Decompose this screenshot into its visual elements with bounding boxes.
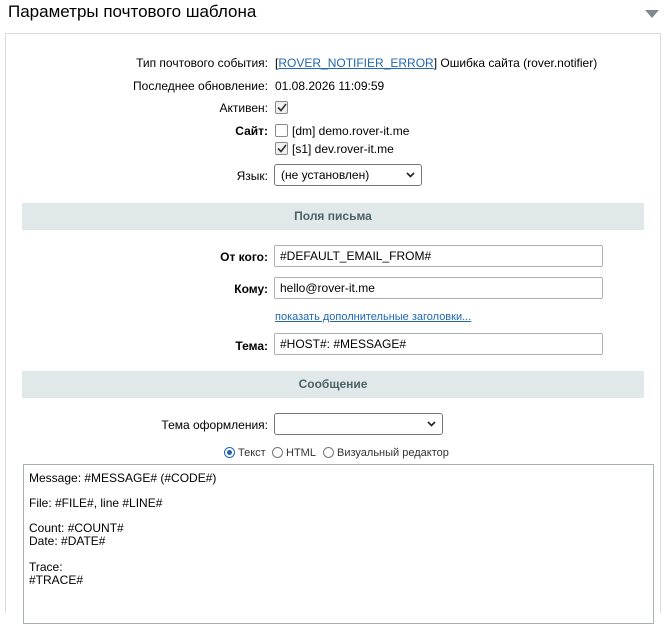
site-option-dm-label: [dm] demo.rover-it.me: [292, 124, 410, 138]
check-icon: [277, 103, 287, 112]
to-label: Кому:: [234, 282, 268, 296]
show-more-headers-link[interactable]: показать дополнительные заголовки...: [275, 311, 471, 323]
subject-label: Тема:: [235, 339, 268, 353]
mode-radio-html[interactable]: [272, 447, 283, 458]
site-checkbox-s1[interactable]: [275, 142, 288, 155]
message-body-line: Count: #COUNT#: [29, 521, 124, 535]
page-title: Параметры почтового шаблона: [8, 2, 257, 21]
mode-radio-visual-editor[interactable]: [323, 447, 334, 458]
mode-radio-text[interactable]: [224, 447, 235, 458]
message-body-line: #TRACE#: [29, 573, 84, 587]
language-select-value: (не установлен): [281, 168, 370, 182]
site-option-s1-label: [s1] dev.rover-it.me: [292, 142, 394, 156]
theme-select[interactable]: [274, 413, 443, 435]
event-type-value: [ROVER_NOTIFIER_ERROR] Ошибка сайта (rov…: [275, 56, 597, 70]
last-update-value: 01.08.2026 11:09:59: [275, 79, 385, 93]
last-update-label: Последнее обновление:: [133, 79, 268, 93]
message-body-line: Trace:: [29, 560, 63, 574]
collapse-triangle-icon[interactable]: [645, 10, 659, 18]
active-label: Активен:: [219, 101, 268, 115]
subject-input[interactable]: #HOST#: #MESSAGE#: [274, 333, 603, 355]
message-body-line: Message: #MESSAGE# (#CODE#): [29, 471, 217, 485]
section-letter-fields: Поля письма: [22, 203, 644, 230]
mode-radio-visual-editor-label: Визуальный редактор: [337, 447, 449, 459]
event-type-label: Тип почтового события:: [136, 56, 268, 70]
check-icon: [277, 144, 287, 153]
event-type-description: ] Ошибка сайта (rover.notifier): [433, 56, 598, 70]
active-checkbox[interactable]: [275, 101, 288, 114]
chevron-down-icon: [427, 421, 436, 427]
to-input[interactable]: hello@rover-it.me: [274, 277, 603, 299]
mode-radio-html-label: HTML: [286, 447, 316, 459]
mode-radio-text-label: Текст: [238, 447, 266, 459]
message-body-line: Date: #DATE#: [29, 534, 106, 548]
template-settings-panel: Тип почтового события: [ROVER_NOTIFIER_E…: [5, 33, 661, 624]
theme-label: Тема оформления:: [161, 418, 268, 432]
event-type-link[interactable]: ROVER_NOTIFIER_ERROR: [278, 56, 433, 70]
message-body-textarea[interactable]: Message: #MESSAGE# (#CODE#) File: #FILE#…: [23, 464, 654, 624]
from-input[interactable]: #DEFAULT_EMAIL_FROM#: [274, 245, 603, 267]
language-label: Язык:: [236, 169, 268, 183]
language-select[interactable]: (не установлен): [274, 164, 422, 186]
message-body-line: File: #FILE#, line #LINE#: [29, 496, 163, 510]
site-checkbox-dm[interactable]: [275, 124, 288, 137]
site-label: Сайт:: [235, 124, 268, 138]
chevron-down-icon: [406, 172, 415, 178]
section-message: Сообщение: [22, 371, 644, 398]
from-label: От кого:: [220, 250, 268, 264]
